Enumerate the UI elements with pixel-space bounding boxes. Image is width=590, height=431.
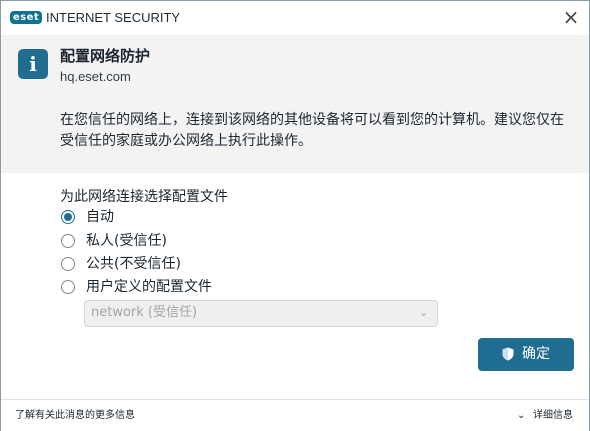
- title-bar[interactable]: eset INTERNET SECURITY ×: [1, 1, 589, 35]
- ok-label: 确定: [522, 346, 550, 362]
- chevron-down-icon: ⌄: [419, 306, 429, 319]
- shield-icon: [502, 347, 514, 361]
- radio-unchecked-icon: [61, 280, 75, 294]
- ok-button[interactable]: 确定: [478, 338, 574, 371]
- dialog-title: 配置网络防护: [60, 47, 151, 65]
- dialog-description: 在您信任的网络上，连接到该网络的其他设备将可以看到您的计算机。建议您仅在受信任的…: [60, 112, 564, 149]
- app-title: INTERNET SECURITY: [46, 10, 181, 25]
- dialog-window: eset INTERNET SECURITY × i 配置网络防护 hq.ese…: [0, 0, 590, 431]
- profile-section-label: 为此网络连接选择配置文件: [60, 189, 228, 205]
- close-icon[interactable]: ×: [557, 5, 585, 29]
- radio-unchecked-icon: [61, 234, 75, 248]
- details-label: 详细信息: [533, 410, 573, 421]
- radio-label: 自动: [86, 209, 114, 225]
- chevron-down-icon: ⌄: [517, 410, 526, 421]
- radio-label: 公共(不受信任): [86, 256, 181, 272]
- radio-label: 私人(受信任): [86, 233, 167, 249]
- footer-bar: 了解有关此消息的更多信息 ⌄ 详细信息: [1, 399, 589, 431]
- profile-dropdown[interactable]: network (受信任) ⌄: [84, 300, 438, 327]
- dropdown-value: network (受信任): [91, 305, 198, 320]
- info-icon: i: [18, 49, 48, 79]
- network-name: hq.eset.com: [60, 69, 131, 84]
- radio-checked-icon: [61, 210, 75, 224]
- radio-unchecked-icon: [61, 257, 75, 271]
- radio-label: 用户定义的配置文件: [86, 279, 212, 295]
- eset-logo: eset: [10, 11, 42, 24]
- message-header: i 配置网络防护 hq.eset.com 在您信任的网络上，连接到该网络的其他设…: [1, 35, 589, 173]
- learn-more-link[interactable]: 了解有关此消息的更多信息: [15, 409, 135, 423]
